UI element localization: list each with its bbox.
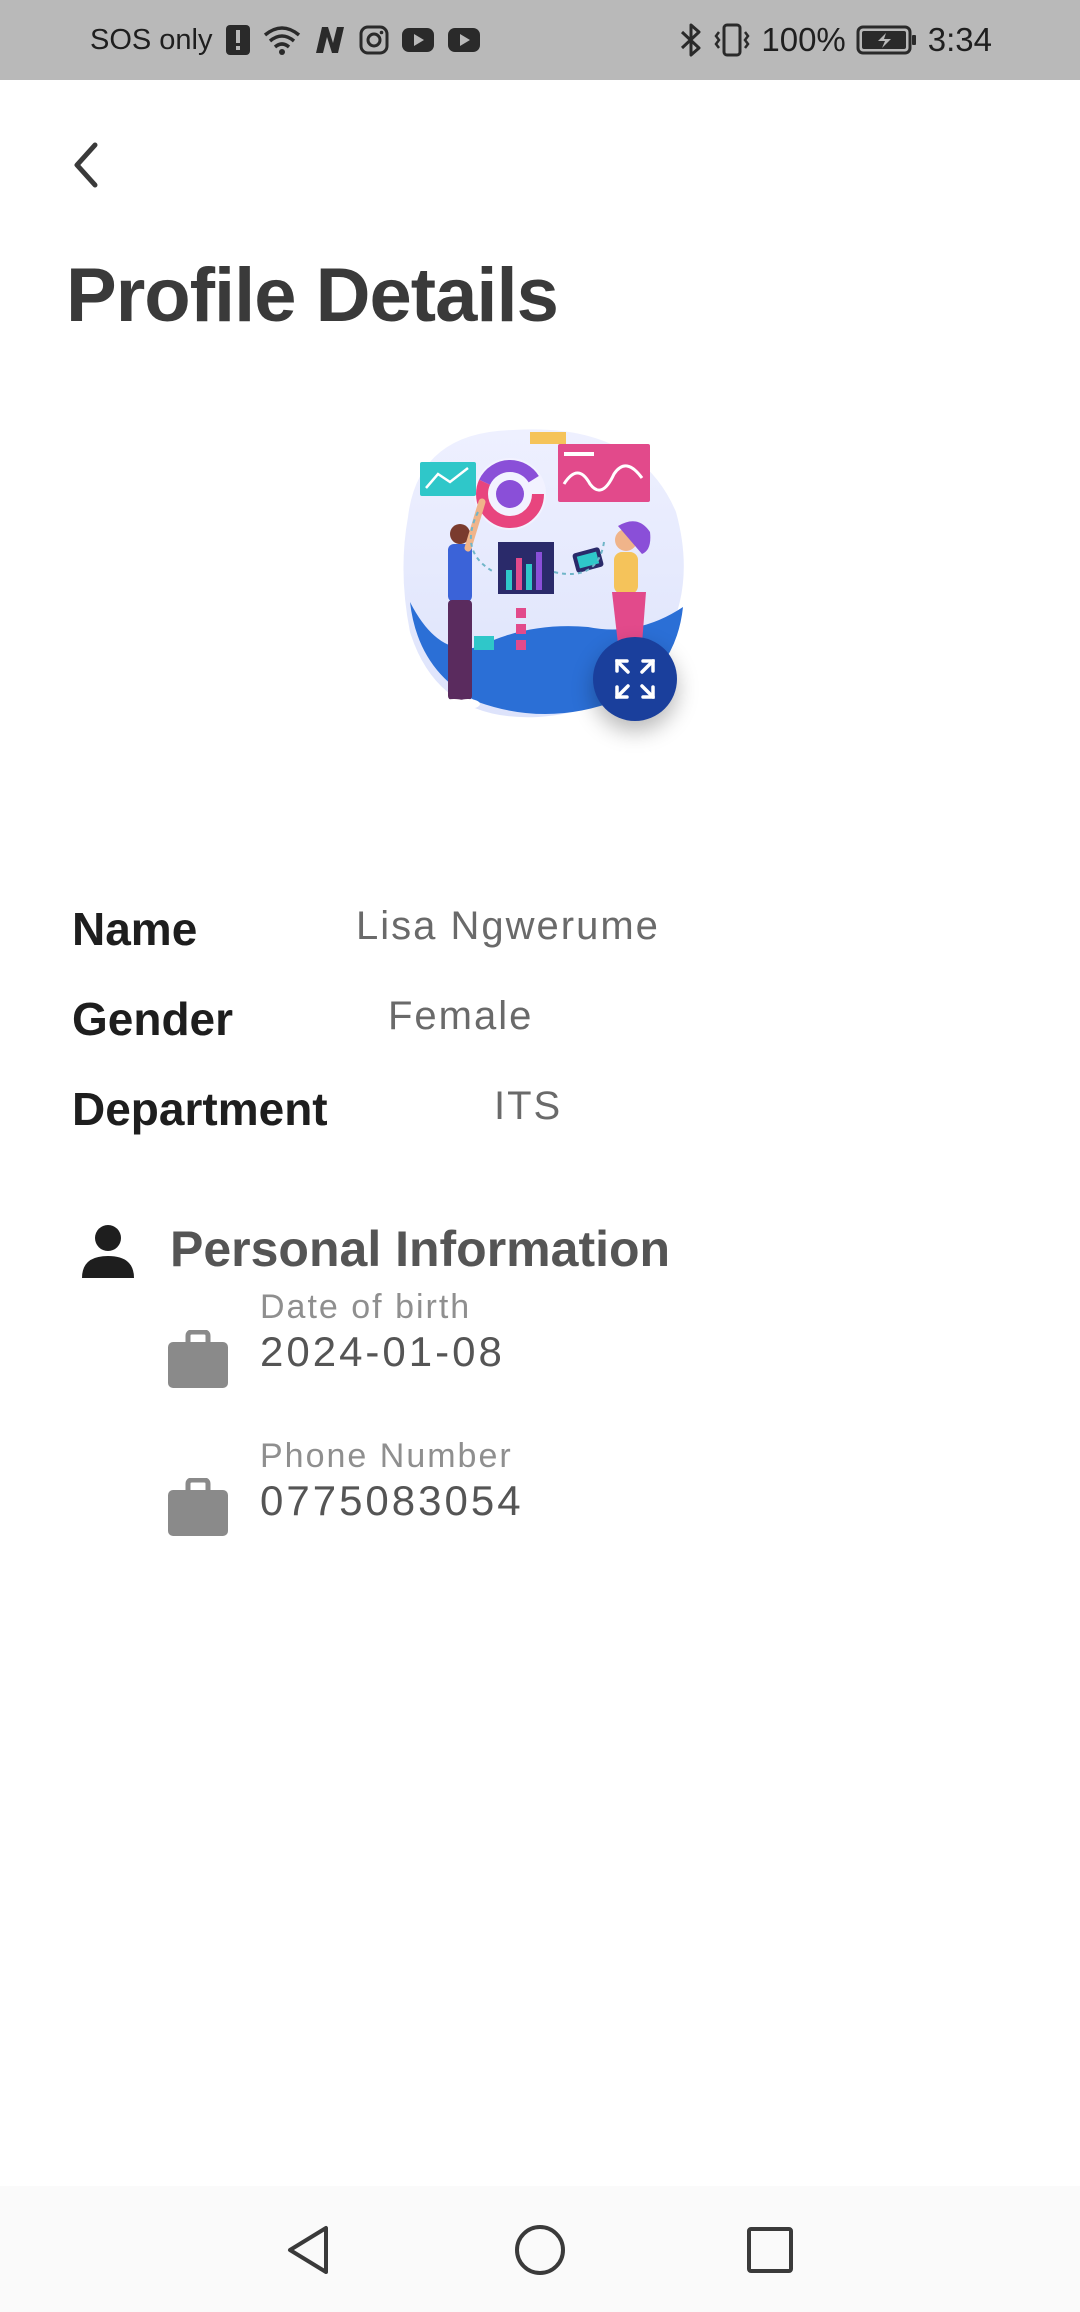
nav-back-button[interactable] xyxy=(276,2218,340,2282)
dob-label: Date of birth xyxy=(260,1288,472,1326)
status-bar: SOS only 100% 3:34 xyxy=(0,0,1080,80)
youtube-icon xyxy=(401,27,435,53)
gender-label: Gender xyxy=(72,993,234,1045)
phone-value: 0775083054 xyxy=(260,1477,524,1524)
status-bar-right: 100% 3:34 xyxy=(679,0,992,80)
status-bar-left: SOS only xyxy=(90,0,481,80)
carrier-text: SOS only xyxy=(90,23,213,56)
back-button[interactable] xyxy=(50,130,120,200)
briefcase-icon xyxy=(166,1329,230,1390)
wifi-icon xyxy=(263,25,301,55)
nav-home-button[interactable] xyxy=(508,2218,572,2282)
department-label: Department xyxy=(72,1083,328,1135)
name-value: Lisa Ngwerume xyxy=(356,904,660,948)
department-value: ITS xyxy=(494,1084,563,1128)
clock-time: 3:34 xyxy=(927,21,992,58)
n-app-icon xyxy=(313,25,347,55)
name-label: Name xyxy=(72,903,198,955)
nav-recents-button[interactable] xyxy=(738,2218,802,2282)
battery-icon xyxy=(856,24,918,56)
person-icon xyxy=(78,1222,138,1282)
instagram-icon xyxy=(359,25,389,55)
profile-details-screen: SOS only 100% 3:34 Profile Details Name … xyxy=(0,0,1080,2312)
expand-icon xyxy=(615,659,655,699)
phone-label: Phone Number xyxy=(260,1437,513,1475)
briefcase-icon xyxy=(166,1477,230,1538)
expand-image-button[interactable] xyxy=(593,637,677,721)
bluetooth-icon xyxy=(679,23,703,57)
page-title: Profile Details xyxy=(66,253,559,338)
vibrate-icon xyxy=(713,23,751,57)
battery-percent: 100% xyxy=(761,21,846,58)
dob-value: 2024-01-08 xyxy=(260,1328,505,1375)
personal-info-title: Personal Information xyxy=(170,1221,671,1277)
home-circle-icon xyxy=(515,2225,565,2275)
youtube-icon xyxy=(447,27,481,53)
chevron-left-icon xyxy=(74,142,98,188)
gender-value: Female xyxy=(388,994,534,1038)
alert-icon xyxy=(225,24,251,56)
back-triangle-icon xyxy=(288,2226,328,2274)
recents-square-icon xyxy=(747,2227,793,2273)
